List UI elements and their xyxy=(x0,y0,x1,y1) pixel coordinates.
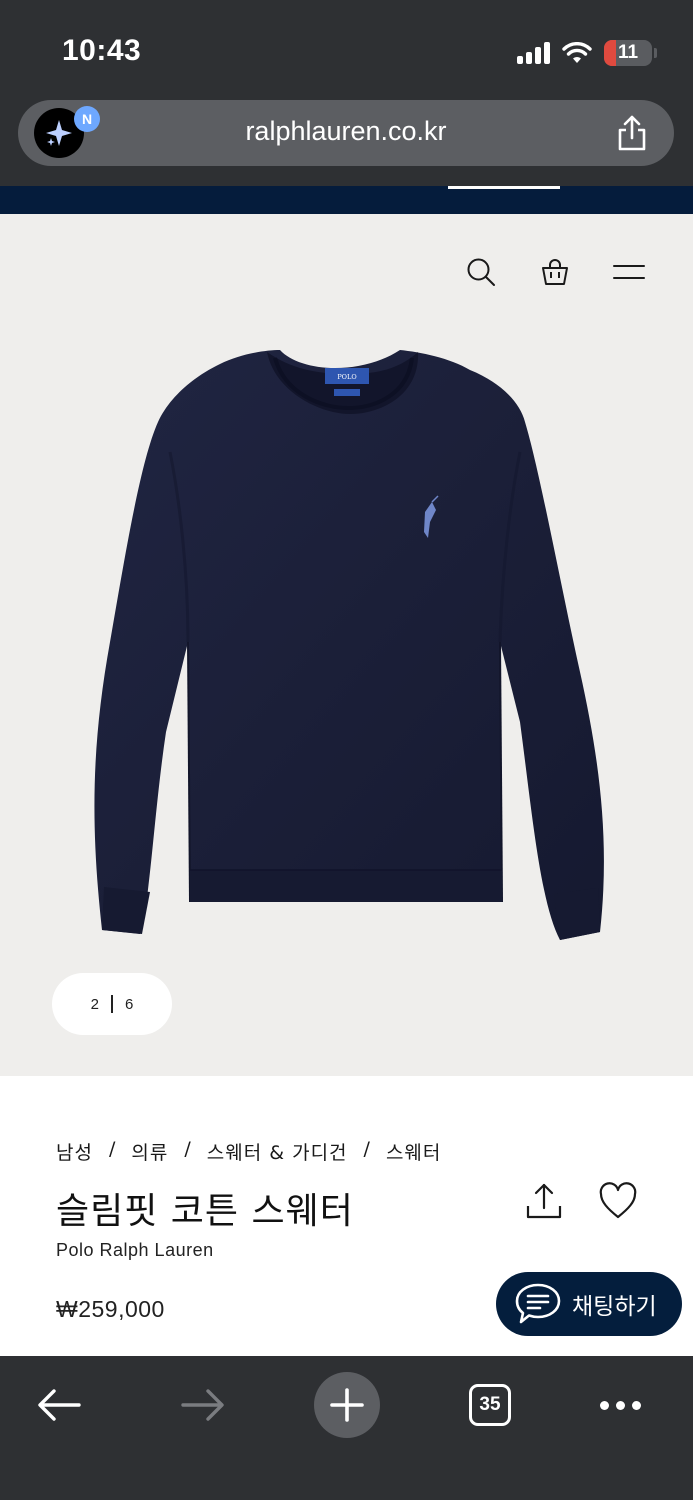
breadcrumb-item[interactable]: 스웨터 xyxy=(386,1138,441,1165)
search-icon xyxy=(467,258,495,286)
heart-icon[interactable] xyxy=(598,1182,638,1222)
cellular-signal-icon xyxy=(517,42,550,64)
site-nav-strip xyxy=(0,186,693,214)
shopping-bag-icon xyxy=(542,259,568,285)
product-price: ₩259,000 xyxy=(56,1296,165,1322)
tab-count: 35 xyxy=(469,1384,511,1426)
battery-indicator: 11 xyxy=(604,40,652,66)
menu-icon xyxy=(613,265,645,279)
image-pager: 2 6 xyxy=(52,973,172,1035)
breadcrumb-item[interactable]: 남성 xyxy=(56,1138,93,1165)
back-button[interactable] xyxy=(26,1372,92,1438)
share-icon[interactable] xyxy=(614,114,650,152)
forward-button[interactable] xyxy=(170,1372,236,1438)
cart-button[interactable] xyxy=(539,256,571,288)
browser-toolbar: 35 xyxy=(0,1356,693,1500)
battery-level: 11 xyxy=(617,42,639,63)
menu-button[interactable] xyxy=(613,256,645,288)
product-gallery[interactable]: POLO 2 6 xyxy=(0,214,693,1076)
pager-divider xyxy=(111,995,113,1013)
breadcrumb-item[interactable]: 의류 xyxy=(131,1138,168,1165)
active-nav-indicator xyxy=(448,186,560,189)
breadcrumb-separator: / xyxy=(108,1138,116,1160)
browser-top-chrome: 10:43 11 N ralphlauren.co.kr xyxy=(0,0,693,186)
back-icon xyxy=(38,1389,81,1421)
forward-icon xyxy=(181,1389,224,1421)
tabs-button[interactable]: 35 xyxy=(457,1372,523,1438)
svg-text:POLO: POLO xyxy=(337,373,356,381)
product-brand[interactable]: Polo Ralph Lauren xyxy=(56,1240,214,1261)
site-header-icons xyxy=(465,256,645,288)
breadcrumb-item[interactable]: 스웨터 & 가디건 xyxy=(207,1138,348,1165)
plus-icon xyxy=(330,1388,364,1422)
search-button[interactable] xyxy=(465,256,497,288)
breadcrumb: 남성 / 의류 / 스웨터 & 가디건 / 스웨터 xyxy=(56,1138,441,1165)
chat-icon xyxy=(515,1283,561,1324)
pager-total: 6 xyxy=(125,995,134,1013)
product-image[interactable]: POLO xyxy=(70,342,630,952)
chat-label: 채팅하기 xyxy=(572,1294,657,1320)
wifi-icon xyxy=(562,42,592,63)
more-button[interactable] xyxy=(587,1372,653,1438)
more-icon xyxy=(599,1400,641,1410)
url-bar[interactable]: N ralphlauren.co.kr xyxy=(18,100,674,166)
pager-current: 2 xyxy=(90,995,99,1013)
breadcrumb-separator: / xyxy=(184,1138,191,1160)
breadcrumb-separator: / xyxy=(363,1138,370,1160)
share-icon[interactable] xyxy=(524,1182,564,1222)
status-time: 10:43 xyxy=(62,34,142,67)
url-text[interactable]: ralphlauren.co.kr xyxy=(18,116,674,147)
product-title: 슬림핏 코튼 스웨터 xyxy=(56,1191,354,1232)
chat-button[interactable]: 채팅하기 xyxy=(496,1272,682,1336)
status-indicators: 11 xyxy=(517,40,657,66)
new-tab-button[interactable] xyxy=(314,1372,380,1438)
